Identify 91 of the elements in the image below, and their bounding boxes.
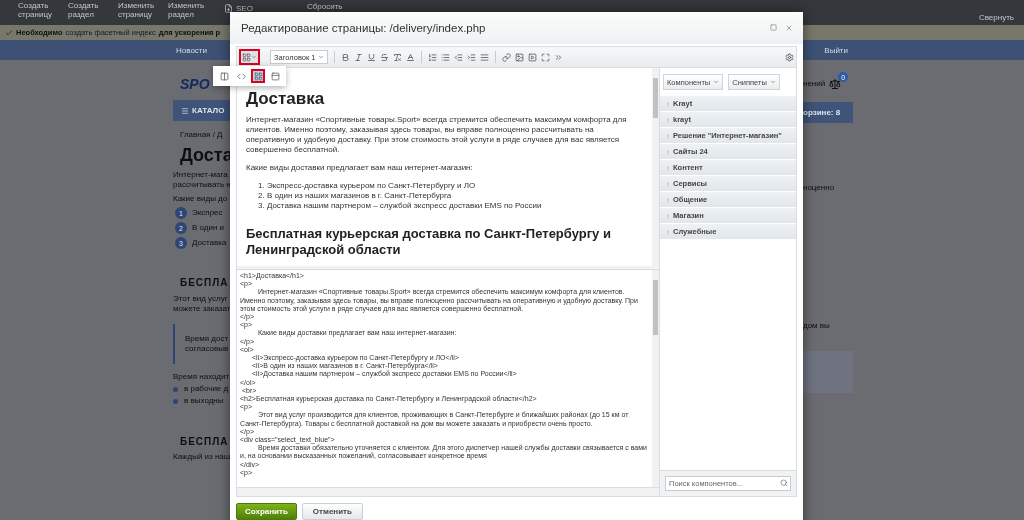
columns-mode-button[interactable] <box>217 69 231 83</box>
breadcrumb: Главная / Д <box>180 130 224 139</box>
caret-icon <box>251 54 257 60</box>
bullet-dot <box>173 386 178 392</box>
numbered-list-icon[interactable] <box>427 52 437 62</box>
step-text: В один и <box>192 223 225 233</box>
grid-mode-button[interactable] <box>251 69 265 83</box>
seo-button[interactable]: SEO <box>224 4 253 13</box>
code-icon <box>236 71 246 81</box>
admin-bar-button[interactable]: Создать раздел <box>68 1 112 19</box>
compare-label: нений <box>803 79 826 89</box>
bullet-text: в выходны <box>184 396 224 406</box>
bullet-text: в рабочие д <box>184 384 229 394</box>
strikethrough-icon[interactable] <box>379 52 389 62</box>
nav-link[interactable]: Новости <box>176 45 207 55</box>
scales-icon[interactable] <box>829 78 842 90</box>
admin-bar-button[interactable]: Изменить страницу <box>118 1 162 19</box>
admin-bar-button[interactable]: Изменить раздел <box>168 1 212 19</box>
subheading: Бесплатная курьерская доставка по Санкт-Петербургу и Ленинградской области <box>246 226 612 258</box>
justify-icon[interactable] <box>479 52 489 62</box>
caret-icon <box>769 79 776 85</box>
list-item: 1. Экспресс-доставка курьером по Санкт-Петербургу и ЛО <box>258 181 477 191</box>
italic-icon[interactable] <box>353 52 363 62</box>
menu-icon <box>181 106 189 115</box>
columns-icon <box>219 71 229 81</box>
chevron-right-icon <box>665 196 671 203</box>
paragraph-fragment: Какие виды до <box>172 194 229 204</box>
chevron-right-icon <box>665 148 671 155</box>
chevron-right-icon <box>665 180 671 187</box>
bold-icon[interactable] <box>340 52 350 62</box>
outdent-icon[interactable] <box>453 52 463 62</box>
underline-icon[interactable] <box>366 52 376 62</box>
search-icon[interactable] <box>780 479 788 487</box>
link-icon[interactable] <box>501 52 511 62</box>
paragraph-fragment: рассчитывать н <box>172 180 230 190</box>
chevron-right-icon <box>665 164 671 171</box>
grid-icon <box>253 71 263 81</box>
clear-format-icon[interactable] <box>392 52 402 62</box>
caret-icon <box>713 79 720 85</box>
close-icon[interactable] <box>785 24 793 32</box>
reset-link[interactable]: Сбросить <box>306 2 343 11</box>
bullet-list-icon[interactable] <box>440 52 450 62</box>
admin-bar-button[interactable]: Создать страницу <box>18 1 62 19</box>
dialog-title: Редактирование страницы: /delivery/index.php <box>241 22 487 34</box>
maximize-icon[interactable] <box>770 24 777 31</box>
cancel-button[interactable]: Отменить <box>301 503 363 520</box>
chevron-right-icon <box>665 212 671 219</box>
cart-button[interactable]: орзине: 8 <box>803 102 853 123</box>
step-text: Доставка <box>192 238 227 248</box>
save-button[interactable]: Сохранить <box>236 503 297 520</box>
quote-text: Время дост <box>185 334 230 344</box>
list-item: 2. В один из наших магазинов в г. Санкт-Петербурга <box>258 191 453 201</box>
logout-link[interactable]: Выйти <box>824 45 848 55</box>
caret-icon <box>317 54 324 60</box>
page-icon <box>224 4 233 13</box>
paragraph: Какие виды доставки предлагает вам наш интернет-магазин: <box>246 163 474 173</box>
paragraph-fragment: Каждый из наш <box>172 452 230 462</box>
fullscreen-icon[interactable] <box>540 52 550 62</box>
list-item: 3. Доставка нашим партнером – службой экспресс доставки EMS по России <box>258 201 543 211</box>
paragraph-fragment: Этот вид услуг <box>172 294 229 304</box>
paragraph-fragment: можете заказат <box>172 304 230 314</box>
bullet-dot <box>173 398 178 404</box>
quote-background <box>803 351 853 393</box>
chevron-right-icon <box>665 132 671 139</box>
paragraph-fragment: Интернет-мага <box>172 170 229 180</box>
grid-icon <box>242 52 251 62</box>
text-color-icon[interactable] <box>405 52 415 62</box>
split-view-icon <box>270 71 280 81</box>
split-mode-button[interactable] <box>268 69 282 83</box>
section-heading: БЕСПЛА <box>180 277 230 288</box>
chevron-right-icon <box>665 228 671 235</box>
check-icon <box>5 28 13 37</box>
section-heading: БЕСПЛА <box>180 436 230 447</box>
paragraph-fragment: дом вы <box>803 321 831 331</box>
heading: Доставка <box>246 89 326 109</box>
more-icon[interactable] <box>553 52 563 62</box>
site-logo: SPO <box>180 76 211 92</box>
catalog-button[interactable]: КАТАЛО <box>173 100 230 121</box>
view-mode-button[interactable] <box>239 49 260 65</box>
indent-icon[interactable] <box>466 52 476 62</box>
paragraph-fragment: Время находит <box>172 372 230 382</box>
step-text: Экспрес <box>192 208 223 218</box>
collapse-link[interactable]: Свернуть <box>978 13 1014 22</box>
chevron-right-icon <box>665 100 671 107</box>
settings-icon[interactable] <box>785 52 794 62</box>
paragraph: Интернет-магазин «Спортивные товары.Sport» всегда стремится обеспечить максимум комфорта для клиентов. Именно поэтому, заказывая здесь товары, вы вправе полноценно рассчитывать на оперативную и удобную доставку. При этом стоимость этой услуги в ряде случаев для вас является совершенно бесплатной. <box>246 115 628 155</box>
paragraph-fragment: ноценно <box>803 183 836 193</box>
image-icon[interactable] <box>514 52 524 62</box>
quote-text: согласовыв <box>185 344 230 354</box>
chevron-right-icon <box>665 116 671 123</box>
video-icon[interactable] <box>527 52 537 62</box>
